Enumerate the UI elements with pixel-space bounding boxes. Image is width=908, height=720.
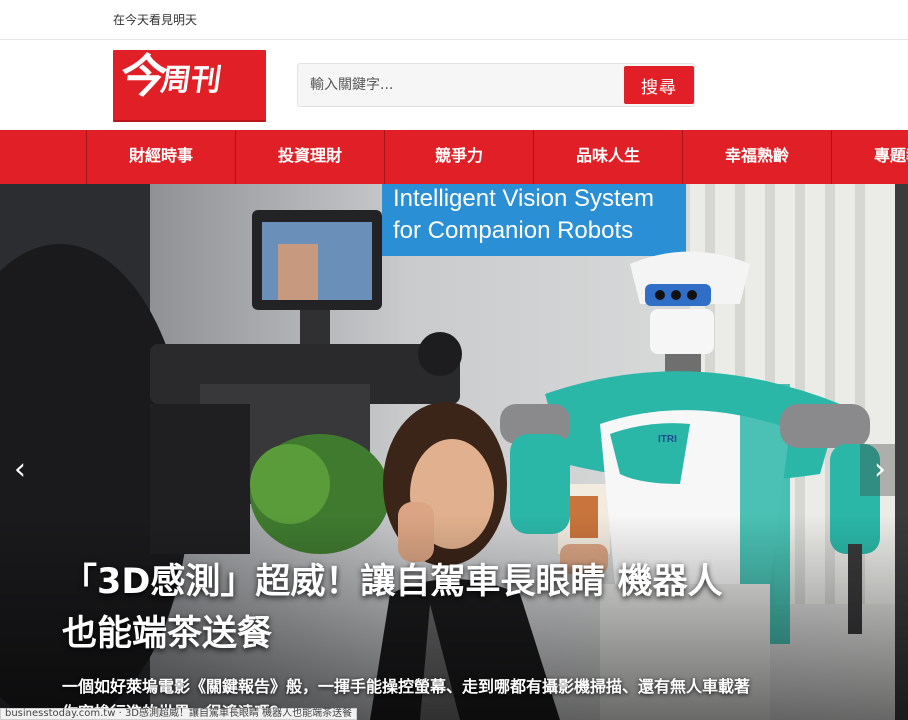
banner-line-1: Intelligent Vision System <box>393 185 654 212</box>
nav-item-lifestyle[interactable]: 品味人生 <box>533 130 682 184</box>
banner-line-2: for Companion Robots <box>393 217 633 244</box>
carousel-next-button[interactable]: › <box>860 444 900 496</box>
summary-line-1: 一個如好萊塢電影《關鍵報告》般，一揮手能操控螢幕、走到哪都有攝影機掃描、還有無人… <box>62 677 751 696</box>
nav-item-senior-happiness[interactable]: 幸福熟齡 <box>682 130 831 184</box>
chevron-right-icon: › <box>874 452 886 487</box>
search-box: 搜尋 <box>297 63 695 107</box>
hero-headline[interactable]: 「3D感測」超威！讓自駕車長眼睛 機器人 也能端茶送餐 <box>62 556 862 660</box>
search-input[interactable] <box>298 64 622 106</box>
logo-wordmark: 今周刊 <box>117 50 224 103</box>
headline-line-1: 「3D感測」超威！讓自駕車長眼睛 機器人 <box>62 562 723 602</box>
hero-carousel[interactable]: Intelligent Vision System for Companion … <box>0 184 908 720</box>
browser-status-url: businesstoday.com.tw · 3D感測超威！讓自駕車長眼睛 機器… <box>0 708 358 720</box>
site-header: 今周刊 搜尋 <box>0 40 908 130</box>
logo-char-small: 周刊 <box>158 63 224 98</box>
main-nav: 財經時事 投資理財 競爭力 品味人生 幸福熟齡 專題報導 <box>0 130 908 184</box>
top-bar: 在今天看見明天 <box>0 0 908 40</box>
nav-item-investment[interactable]: 投資理財 <box>235 130 384 184</box>
robot-badge: ITRI <box>658 434 677 445</box>
carousel-prev-button[interactable]: ‹ <box>0 444 40 496</box>
nav-item-special-reports[interactable]: 專題報導 <box>831 130 908 184</box>
site-tagline: 在今天看見明天 <box>113 13 198 27</box>
nav-item-finance-news[interactable]: 財經時事 <box>86 130 235 184</box>
site-logo[interactable]: 今周刊 <box>113 50 266 120</box>
chevron-left-icon: ‹ <box>14 452 26 487</box>
search-button[interactable]: 搜尋 <box>624 66 694 104</box>
nav-item-competitiveness[interactable]: 競爭力 <box>384 130 533 184</box>
headline-line-2: 也能端茶送餐 <box>62 614 273 654</box>
